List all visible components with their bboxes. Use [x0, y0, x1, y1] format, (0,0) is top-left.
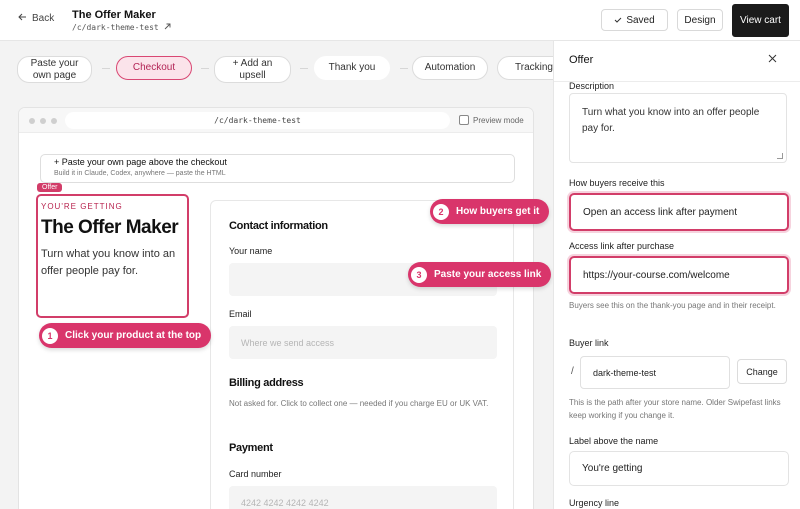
window-dot: [51, 118, 57, 124]
contact-heading: Contact information: [229, 220, 328, 232]
description-value: Turn what you know into an offer people …: [582, 107, 760, 134]
flow-step-tracking[interactable]: Tracking: [497, 56, 553, 80]
flow-step-add-upsell[interactable]: + Add an upsell: [214, 56, 291, 83]
checkout-form: Contact information Your name Email Wher…: [210, 200, 514, 509]
buyer-link-label: Buyer link: [569, 338, 609, 348]
product-eyebrow: YOU'RE GETTING: [41, 202, 123, 211]
page-path: /c/dark-theme-test: [72, 23, 159, 32]
offer-settings-panel: Offer Description Turn what you know int…: [553, 41, 800, 509]
access-link-note: Buyers see this on the thank-you page an…: [569, 301, 776, 310]
name-label: Your name: [229, 246, 273, 256]
preview-mode-toggle[interactable]: Preview mode: [459, 115, 524, 125]
label-above-name-label: Label above the name: [569, 436, 659, 446]
flow-step-thank-you[interactable]: Thank you: [314, 56, 390, 80]
saved-button[interactable]: Saved: [601, 9, 668, 31]
callout-2: 2 How buyers get it: [430, 199, 550, 224]
billing-note[interactable]: Not asked for. Click to collect one — ne…: [229, 397, 499, 410]
email-label: Email: [229, 309, 252, 319]
callout-text: Paste your access link: [434, 269, 542, 280]
callout-number: 2: [433, 203, 449, 220]
access-link-input[interactable]: https://your-course.com/welcome: [569, 256, 789, 294]
preview-mode-checkbox[interactable]: [459, 115, 469, 125]
label-above-name-input[interactable]: You're getting: [569, 451, 789, 486]
description-label: Description: [569, 81, 615, 91]
callout-text: Click your product at the top: [65, 330, 202, 341]
product-description: Turn what you know into an offer people …: [41, 248, 176, 277]
billing-heading: Billing address: [229, 377, 304, 389]
access-link-label: Access link after purchase: [569, 241, 675, 251]
window-dot: [29, 118, 35, 124]
flow-step-paste-page[interactable]: Paste your own page: [17, 56, 92, 83]
saved-label: Saved: [626, 14, 655, 26]
external-link-icon: [164, 23, 171, 32]
top-bar: Back The Offer Maker /c/dark-theme-test …: [0, 0, 800, 41]
receive-select[interactable]: Open an access link after payment: [569, 193, 789, 231]
flow-step-automation[interactable]: Automation: [412, 56, 488, 80]
callout-number: 3: [411, 266, 427, 283]
offer-tag: Offer: [37, 183, 63, 192]
design-button[interactable]: Design: [677, 9, 723, 31]
description-textarea[interactable]: Turn what you know into an offer people …: [569, 93, 787, 163]
arrow-left-icon: [18, 13, 27, 24]
callout-number: 1: [42, 327, 58, 344]
slug-input[interactable]: dark-theme-test: [580, 356, 730, 389]
email-input[interactable]: Where we send access: [229, 326, 497, 359]
paste-page-subtitle: Build it in Claude, Codex, anywhere — pa…: [54, 170, 226, 177]
editor-canvas: Paste your own page Checkout + Add an up…: [0, 41, 553, 509]
flow-connector: [102, 68, 110, 69]
preview-mode-label: Preview mode: [473, 115, 524, 125]
callout-1: 1 Click your product at the top: [39, 323, 212, 348]
browser-preview: /c/dark-theme-test Preview mode + Paste …: [18, 107, 534, 509]
change-slug-button[interactable]: Change: [737, 359, 787, 384]
page-path-link[interactable]: /c/dark-theme-test: [72, 23, 171, 32]
flow-connector: [400, 68, 408, 69]
flow-connector: [201, 68, 209, 69]
payment-heading: Payment: [229, 442, 273, 454]
card-number-input[interactable]: 4242 4242 4242 4242: [229, 486, 497, 509]
panel-title: Offer: [569, 54, 594, 66]
page-heading: The Offer Maker /c/dark-theme-test: [72, 9, 171, 32]
url-bar: /c/dark-theme-test: [65, 112, 450, 129]
callout-text: How buyers get it: [456, 206, 540, 217]
window-dot: [40, 118, 46, 124]
paste-page-title: + Paste your own page above the checkout: [54, 157, 227, 167]
resize-handle-icon[interactable]: [777, 153, 783, 159]
urgency-line-label: Urgency line: [569, 498, 620, 508]
flow-step-checkout[interactable]: Checkout: [116, 56, 192, 80]
product-block[interactable]: YOU'RE GETTING The Offer Maker Turn what…: [36, 194, 189, 318]
product-title: The Offer Maker: [41, 217, 179, 238]
view-cart-button[interactable]: View cart: [732, 4, 789, 37]
check-icon: [614, 15, 622, 26]
callout-3: 3 Paste your access link: [408, 262, 552, 287]
back-label: Back: [32, 13, 55, 24]
back-button[interactable]: Back: [18, 13, 54, 24]
browser-toolbar: /c/dark-theme-test Preview mode: [19, 108, 533, 133]
page-title: The Offer Maker: [72, 9, 156, 21]
receive-label: How buyers receive this: [569, 178, 665, 188]
slug-note: This is the path after your store name. …: [569, 398, 781, 420]
close-icon[interactable]: [768, 52, 777, 66]
card-number-label: Card number: [229, 469, 282, 479]
paste-page-box[interactable]: + Paste your own page above the checkout…: [40, 154, 515, 183]
flow-connector: [300, 68, 308, 69]
slug-prefix: /: [571, 366, 574, 377]
